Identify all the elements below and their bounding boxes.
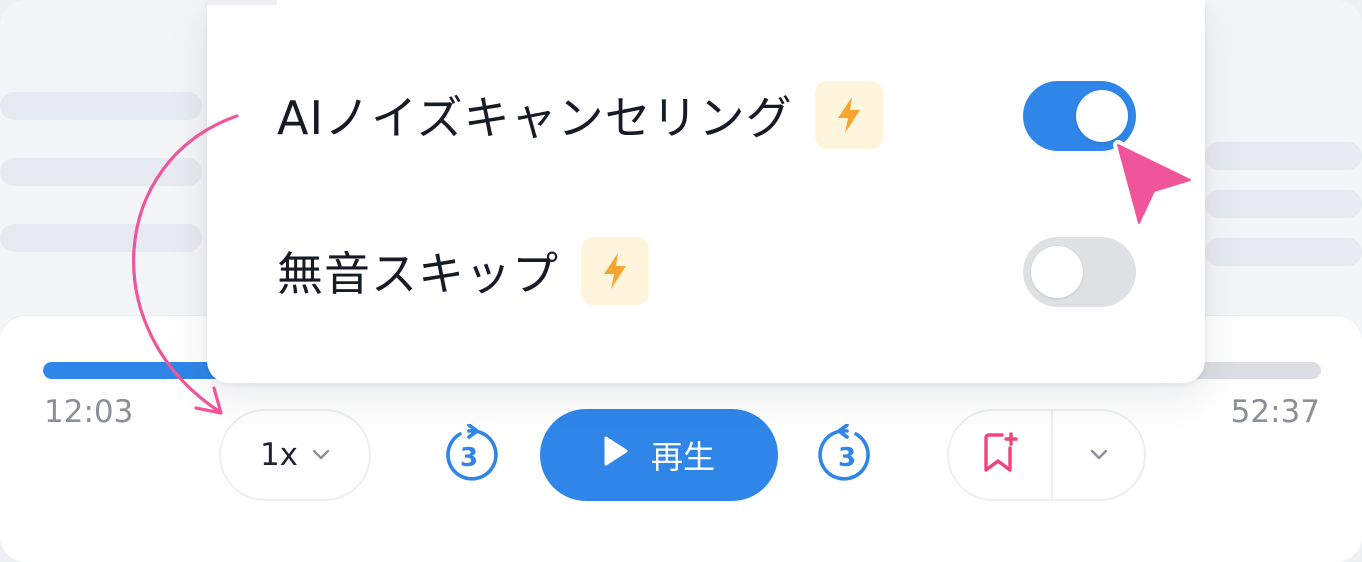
placeholder-line bbox=[1205, 238, 1362, 266]
placeholder-line bbox=[0, 158, 202, 186]
lightning-icon bbox=[837, 97, 860, 133]
bookmark-group bbox=[947, 409, 1146, 501]
cursor-pointer-icon bbox=[1113, 140, 1195, 228]
placeholder-line bbox=[0, 92, 202, 120]
placeholder-line bbox=[1205, 142, 1362, 170]
play-button[interactable]: 再生 bbox=[540, 409, 778, 501]
skip-forward-seconds: 3 bbox=[838, 443, 856, 473]
chevron-down-icon bbox=[1090, 446, 1108, 465]
play-label: 再生 bbox=[650, 438, 715, 476]
setting-row-noise-cancel: AIノイズキャンセリング bbox=[277, 81, 883, 149]
setting-row-silence-skip: 無音スキップ bbox=[277, 237, 649, 305]
progress-fill bbox=[43, 362, 235, 379]
lightning-icon bbox=[604, 253, 626, 289]
silence-skip-label: 無音スキップ bbox=[277, 247, 559, 301]
bookmark-menu-button[interactable] bbox=[1053, 411, 1144, 499]
add-bookmark-button[interactable] bbox=[949, 411, 1053, 499]
silence-skip-toggle[interactable] bbox=[1023, 237, 1136, 307]
premium-badge bbox=[581, 237, 649, 305]
elapsed-time: 12:03 bbox=[44, 394, 134, 430]
total-time: 52:37 bbox=[1230, 394, 1320, 430]
skip-back-button[interactable]: 3 bbox=[438, 423, 500, 486]
placeholder-line bbox=[0, 224, 202, 252]
skip-back-seconds: 3 bbox=[460, 443, 478, 473]
premium-badge bbox=[814, 81, 883, 149]
speed-label: 1x bbox=[259, 437, 299, 473]
forward-icon: 3 bbox=[818, 423, 870, 481]
bookmark-add-icon bbox=[980, 432, 1020, 478]
speed-selector[interactable]: 1x bbox=[219, 409, 371, 501]
chevron-down-icon bbox=[312, 446, 330, 465]
noise-cancel-label: AIノイズキャンセリング bbox=[277, 91, 793, 145]
popup-tab-edge bbox=[207, 0, 277, 5]
rewind-icon: 3 bbox=[446, 423, 498, 481]
placeholder-line bbox=[1205, 190, 1362, 218]
skip-forward-button[interactable]: 3 bbox=[816, 423, 878, 486]
play-icon bbox=[603, 435, 629, 475]
settings-popup: AIノイズキャンセリング 無音スキップ bbox=[207, 0, 1205, 383]
